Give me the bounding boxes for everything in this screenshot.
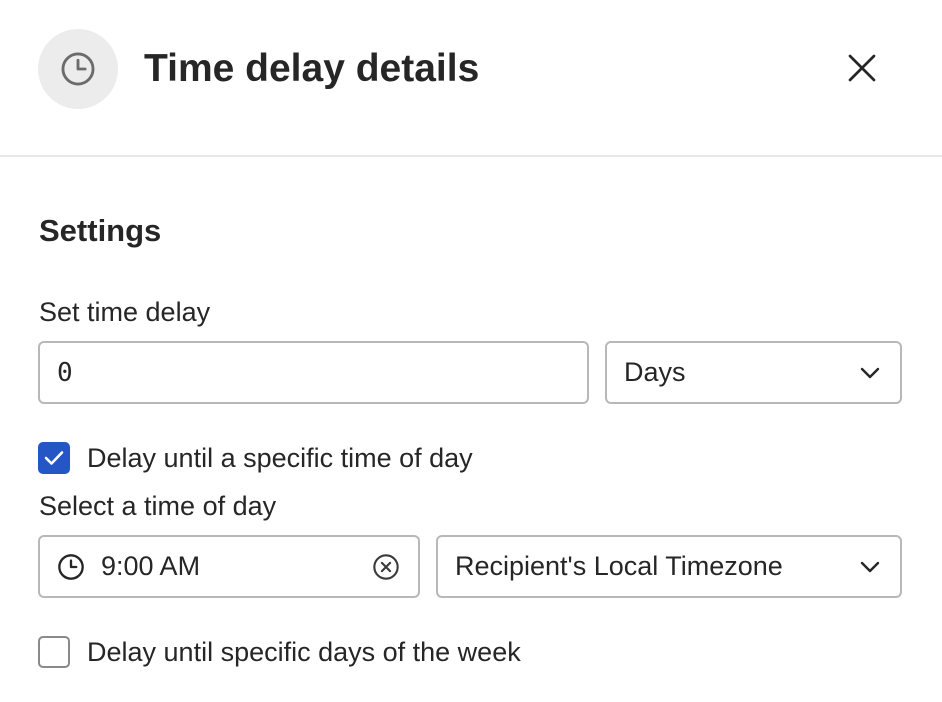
time-delay-label: Set time delay — [39, 297, 211, 327]
specific-time-checkbox[interactable] — [38, 442, 70, 474]
header-icon-badge — [38, 29, 118, 109]
chevron-down-icon — [860, 367, 880, 379]
checkmark-icon — [44, 450, 64, 466]
clear-time-icon[interactable] — [372, 553, 400, 581]
timezone-select[interactable]: Recipient's Local Timezone — [436, 535, 902, 598]
time-delay-value: 0 — [57, 357, 73, 388]
timezone-value: Recipient's Local Timezone — [455, 551, 783, 581]
clock-icon — [57, 553, 85, 581]
close-icon — [846, 52, 878, 84]
time-of-day-label: Select a time of day — [39, 491, 277, 521]
time-delay-input[interactable]: 0 — [38, 341, 589, 404]
clock-icon — [59, 50, 97, 88]
panel-header: Time delay details — [0, 0, 942, 157]
close-button[interactable] — [834, 40, 890, 96]
specific-days-checkbox-row[interactable]: Delay until specific days of the week — [38, 634, 521, 670]
time-of-day-value: 9:00 AM — [101, 551, 201, 581]
delay-unit-select[interactable]: Days — [605, 341, 902, 404]
chevron-down-icon — [860, 561, 880, 573]
specific-days-checkbox-label: Delay until specific days of the week — [87, 637, 521, 667]
panel-title: Time delay details — [144, 47, 480, 90]
settings-heading: Settings — [39, 213, 162, 248]
time-of-day-input[interactable]: 9:00 AM — [38, 535, 420, 598]
time-delay-details-panel: Time delay details Settings Set time del… — [0, 0, 942, 702]
delay-unit-value: Days — [624, 357, 686, 387]
specific-time-checkbox-row[interactable]: Delay until a specific time of day — [38, 440, 473, 476]
specific-time-checkbox-label: Delay until a specific time of day — [87, 443, 473, 473]
specific-days-checkbox[interactable] — [38, 636, 70, 668]
